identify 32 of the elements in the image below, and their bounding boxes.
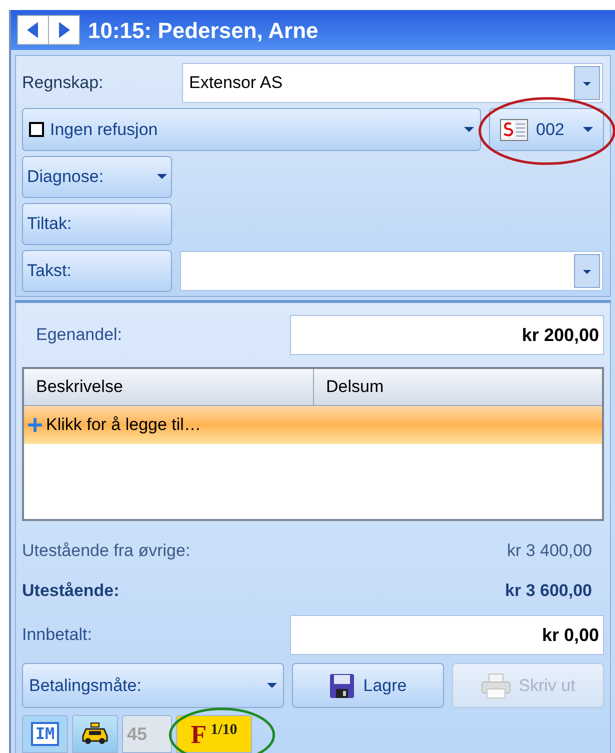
caret-icon [464,126,474,132]
summary-value: kr 3 600,00 [505,580,592,602]
caret-icon [583,126,593,132]
taxi-tab[interactable] [72,715,118,753]
side-button[interactable]: Takst: [22,250,172,292]
summary-value: kr 3 400,00 [506,540,592,562]
plus-icon [28,418,42,432]
column-header[interactable]: Beskrivelse [24,369,314,405]
printer-icon [480,672,511,698]
innbetalt-label: Innbetalt: [22,624,93,646]
column-header[interactable]: Delsum [314,369,602,405]
document-icon [500,118,528,140]
regnskap-label: Regnskap: [22,72,104,94]
save-button[interactable]: Lagre [292,663,444,708]
side-button[interactable]: Tiltak: [22,203,172,245]
egenandel-label: Egenandel: [35,324,124,346]
window-title: 10:15: Pedersen, Arne [88,16,318,44]
im-tab[interactable]: IM [22,715,68,753]
taxi-icon [81,722,109,746]
caret-icon [267,682,277,688]
caret-icon [157,174,167,180]
payment-method-dropdown[interactable]: Betalingsmåte: [22,663,284,708]
add-row[interactable]: Klikk for å legge til… [24,406,602,444]
regnskap-combo[interactable]: Extensor AS [182,63,603,103]
refusjon-dropdown[interactable]: Ingen refusjon [22,108,481,151]
side-button[interactable]: Diagnose: [22,156,172,198]
egenandel-field[interactable]: kr 200,00 [290,315,604,355]
summary-label: Utestående: [22,580,120,602]
innbetalt-field[interactable]: kr 0,00 [290,615,604,655]
series-button[interactable]: 002 [489,108,604,151]
checkbox[interactable] [29,122,44,137]
summary-label: Utestående fra øvrige: [22,540,190,562]
